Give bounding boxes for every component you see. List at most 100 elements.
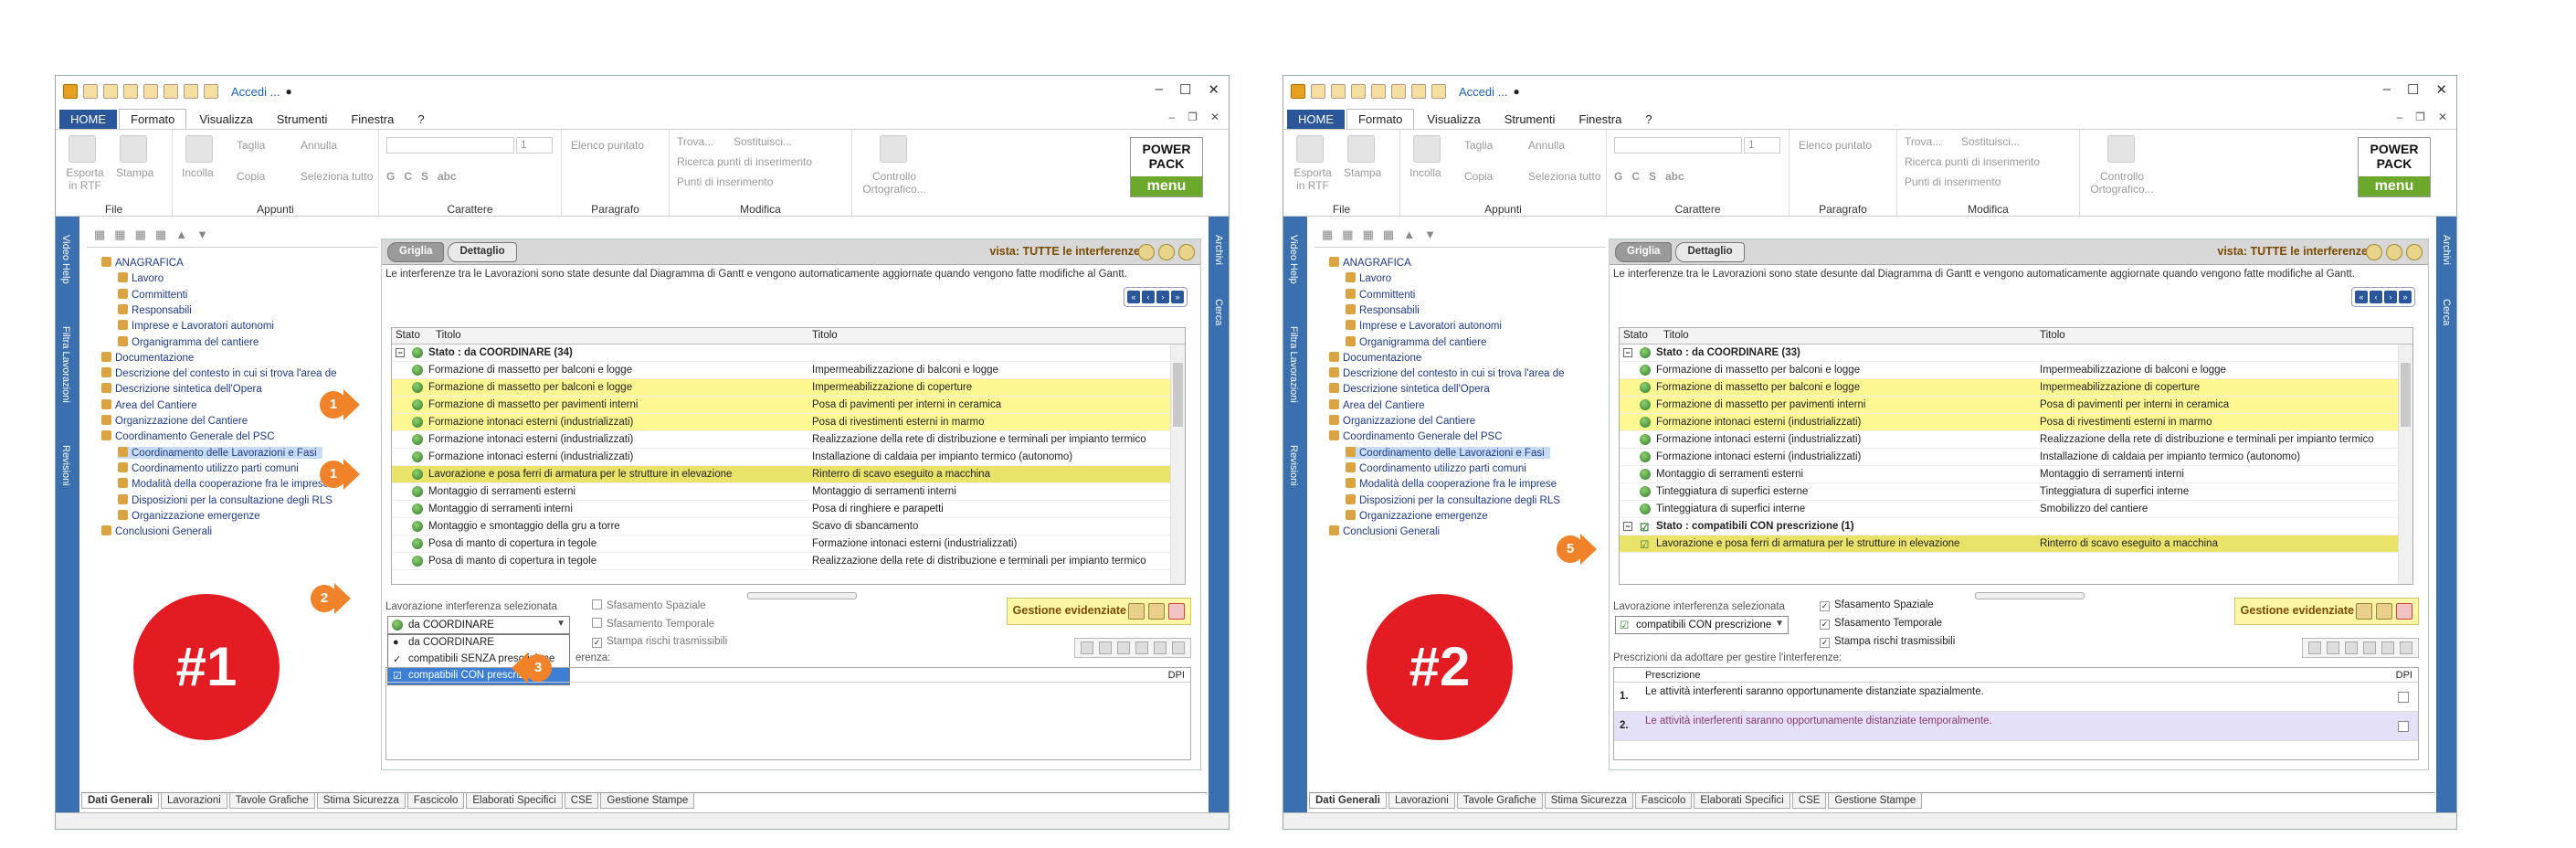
bottom-tab[interactable]: Gestione Stampe (1828, 793, 1923, 809)
export-rtf-icon[interactable] (69, 135, 96, 163)
tree-item[interactable]: Organizzazione del Cantiere (1329, 415, 1475, 427)
table-row[interactable]: Tinteggiatura di superfici interne Smobil… (1620, 501, 2398, 518)
undo-button[interactable]: Annulla (1528, 139, 1565, 152)
tab-dettaglio[interactable]: Dettaglio (1675, 241, 1745, 262)
tree-item[interactable]: Modalità della cooperazione fra le impre… (118, 478, 329, 490)
menu-strumenti[interactable]: Strumenti (1494, 110, 1567, 129)
user-icon[interactable]: ● (285, 85, 291, 98)
tree-tool-icon[interactable]: ▲ (175, 228, 187, 241)
revisioni-tab[interactable]: Revisioni (60, 445, 71, 486)
last-icon[interactable]: » (1171, 291, 1184, 303)
copy-button[interactable]: Copia (237, 170, 265, 183)
table-row[interactable]: Montaggio di serramenti interni Posa di r… (392, 501, 1170, 518)
menu-formato[interactable]: Formato (119, 109, 187, 129)
tree-tool-icon[interactable]: ▲ (1403, 228, 1415, 241)
tree-item[interactable]: Documentazione (1329, 351, 1421, 364)
tree-tool-icon[interactable]: ▼ (1424, 228, 1436, 241)
tool-icon[interactable] (2345, 641, 2358, 654)
next-icon[interactable]: › (2384, 291, 2397, 303)
font-size-select[interactable]: 1 (1744, 137, 1780, 154)
mdi-restore-icon[interactable]: ❐ (1188, 111, 1198, 123)
maximize-icon[interactable]: ☐ (2407, 81, 2419, 98)
table-row[interactable]: Posa di manto di copertura in tegole Real… (392, 553, 1170, 570)
mdi-minimize-icon[interactable]: – (1168, 111, 1175, 123)
select-all-button[interactable]: Seleziona tutto (301, 170, 373, 183)
filter-lavorazioni-tab[interactable]: Filtra Lavorazioni (60, 326, 71, 403)
bottom-tab[interactable]: Stima Sicurezza (1544, 793, 1633, 809)
export-rtf-button[interactable]: Esporta in RTF (1291, 166, 1335, 192)
open-icon[interactable] (103, 84, 118, 99)
spellcheck-icon[interactable] (2107, 135, 2135, 163)
col-titolo-2[interactable]: Titolo (812, 330, 838, 341)
tree-tool-icon[interactable]: ▦ (1383, 228, 1394, 242)
save-all-icon[interactable] (164, 84, 178, 99)
font-name-select[interactable] (1614, 137, 1742, 154)
bottom-tab[interactable]: Stima Sicurezza (316, 793, 406, 809)
new-icon[interactable] (83, 84, 98, 99)
delete-icon[interactable] (2396, 603, 2412, 620)
table-row[interactable]: Montaggio di serramenti esterni Montaggio… (392, 483, 1170, 501)
tree-tool-icon[interactable]: ▦ (1363, 228, 1374, 242)
login-link[interactable]: Accedi ... (231, 85, 280, 99)
chk-spaziale[interactable]: ✓ Sfasamento Spaziale (1820, 599, 1934, 611)
minimize-icon[interactable]: – (2383, 81, 2391, 98)
delete-icon[interactable] (1168, 603, 1185, 620)
new-icon[interactable] (1311, 84, 1325, 99)
bottom-tab[interactable]: Dati Generali (81, 793, 159, 809)
tool-icon[interactable] (2363, 641, 2376, 654)
revisioni-tab[interactable]: Revisioni (1288, 445, 1299, 486)
mdi-close-icon[interactable]: ✕ (1210, 111, 1219, 123)
menu-help[interactable]: ? (1634, 110, 1663, 129)
cerca-tab[interactable]: Cerca (1213, 299, 1224, 325)
chk-temporale[interactable]: Sfasamento Temporale (592, 618, 714, 630)
dpi-checkbox[interactable] (2398, 721, 2409, 732)
mdi-restore-icon[interactable]: ❐ (2415, 111, 2425, 123)
table-row[interactable]: Formazione di massetto per balconi e log… (392, 362, 1170, 379)
tab-dettaglio[interactable]: Dettaglio (448, 241, 517, 262)
col-stato[interactable]: Stato (1623, 330, 1648, 341)
tree-item[interactable]: Organigramma del cantiere (118, 335, 259, 348)
first-icon[interactable]: « (1127, 291, 1140, 303)
tool-icon[interactable] (1172, 641, 1185, 654)
edit-icon[interactable] (2376, 603, 2392, 620)
gestione-evidenziate[interactable]: Gestione evidenziate (1006, 598, 1191, 625)
tree-tool-icon[interactable]: ▦ (1342, 228, 1353, 242)
first-icon[interactable]: « (2355, 291, 2368, 303)
vista-label[interactable]: vista: TUTTE le interferenze (989, 245, 1140, 258)
cut-button[interactable]: Taglia (237, 139, 265, 152)
bottom-tab[interactable]: Lavorazioni (1388, 793, 1455, 809)
bottom-tab[interactable]: Tavole Grafiche (1456, 793, 1543, 809)
tool-icon[interactable] (2381, 641, 2394, 654)
font-name-select[interactable] (386, 137, 514, 154)
archivi-tab[interactable]: Archivi (2441, 235, 2452, 265)
col-titolo-2[interactable]: Titolo (2040, 330, 2065, 341)
scroll-thumb[interactable] (2401, 363, 2411, 427)
dpi-checkbox[interactable] (2398, 692, 2409, 703)
group-row-compatibili[interactable]: − ☑ Stato : compatibili CON prescrizione… (1620, 518, 2398, 535)
find-button[interactable]: Trova... (1905, 135, 1941, 148)
bottom-tab[interactable]: Lavorazioni (160, 793, 227, 809)
tool-icon[interactable] (2308, 641, 2321, 654)
search-insert-points-button[interactable]: Ricerca punti di inserimento (1905, 155, 2040, 168)
select-all-button[interactable]: Seleziona tutto (1528, 170, 1600, 183)
grid-icon[interactable] (2356, 603, 2372, 620)
settings-icon[interactable] (2406, 244, 2423, 260)
tab-griglia[interactable]: Griglia (387, 241, 445, 262)
replace-button[interactable]: Sostituisci... (734, 135, 792, 148)
splitter-handle[interactable] (747, 592, 857, 599)
bold-button[interactable]: G C S abc (386, 170, 457, 183)
last-icon[interactable]: » (2399, 291, 2412, 303)
video-help-tab[interactable]: Video Help (60, 235, 71, 284)
table-row[interactable]: ☑ Lavorazione e posa ferri di armatura p… (1620, 535, 2398, 553)
cerca-tab[interactable]: Cerca (2441, 299, 2452, 325)
print-icon[interactable] (1411, 84, 1426, 99)
tab-griglia[interactable]: Griglia (1615, 241, 1673, 262)
stato-select[interactable]: da COORDINARE ▼ (387, 616, 570, 634)
col-stato[interactable]: Stato (396, 330, 420, 341)
tree-item[interactable]: Coordinamento Generale del PSC (101, 430, 275, 442)
tree-item[interactable]: Lavoro (118, 272, 164, 284)
tool-icon[interactable] (2327, 641, 2339, 654)
save-icon[interactable] (143, 84, 158, 99)
prev-icon[interactable]: ‹ (1142, 291, 1155, 303)
bullet-list-button[interactable]: Elenco puntato (1799, 139, 1872, 152)
